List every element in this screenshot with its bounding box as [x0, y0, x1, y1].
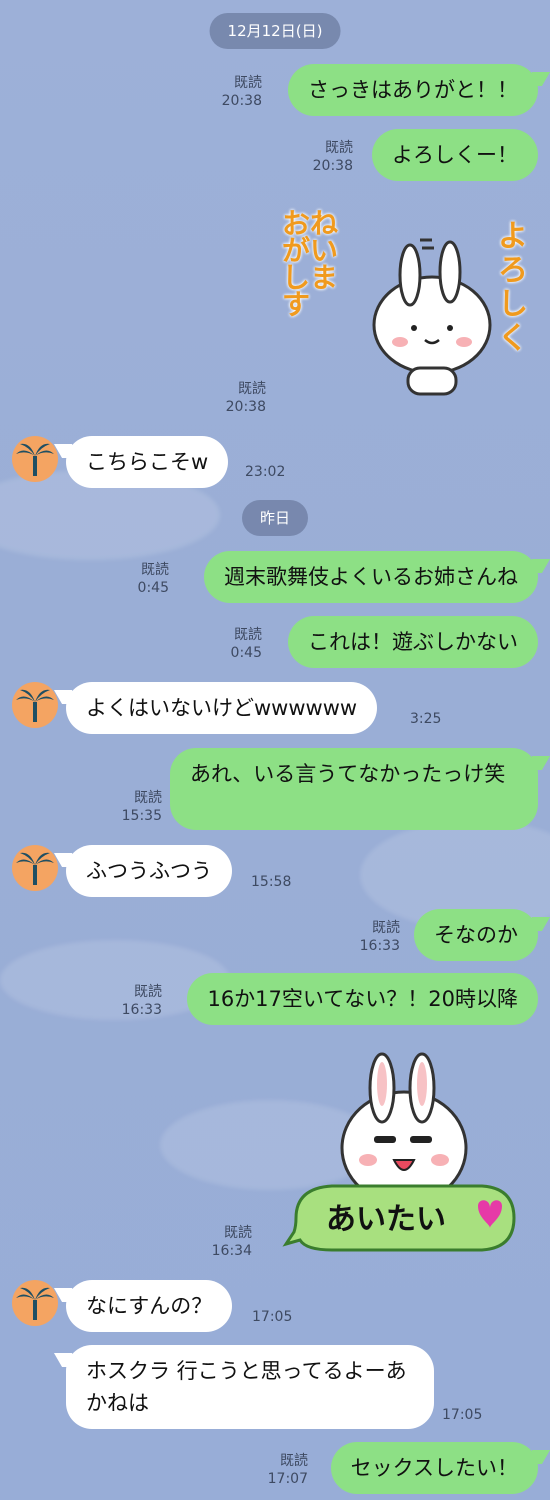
sticker-text-right: よろしく: [498, 219, 528, 356]
message-text: なにすんの？: [86, 1294, 213, 1318]
message-text: こちらこそw: [86, 450, 209, 474]
read-receipt: 既読: [134, 984, 162, 1000]
date-separator: 昨日: [241, 500, 309, 536]
read-receipt: 既読: [325, 140, 353, 156]
read-receipt: 既読: [234, 75, 262, 91]
message-bubble-sent[interactable]: これは！遊ぶしかない: [288, 616, 538, 668]
message-text: さっきはありがと！！: [308, 78, 518, 102]
message-text: これは！遊ぶしかない: [308, 630, 518, 654]
sticker-text: あいたい: [326, 1202, 446, 1237]
read-receipt: 既読: [234, 627, 262, 643]
message-time: 0:45: [137, 580, 169, 596]
message-meta: 既読 16:33: [360, 919, 400, 955]
message-time: 16:34: [211, 1243, 252, 1259]
message-time: 16:33: [359, 938, 400, 954]
message-bubble-received[interactable]: ふつうふつう: [66, 845, 232, 897]
message-bubble-sent[interactable]: あれ、いる言うてなかったっけ笑: [170, 748, 538, 830]
message-text: よろしくー！: [392, 143, 518, 167]
message-time: 17:07: [267, 1471, 308, 1487]
message-bubble-received[interactable]: よくはいないけどwwwwww: [66, 682, 378, 734]
avatar[interactable]: [12, 682, 58, 728]
message-text: 16か17空いてない？！20時以降: [207, 987, 518, 1011]
message-meta: 既読 17:07: [268, 1452, 308, 1488]
message-text: セックスしたい！: [350, 1456, 518, 1480]
message-time: 15:58: [251, 874, 292, 890]
message-meta: 既読 20:38: [226, 380, 266, 416]
bunny-yoroshiku-sticker[interactable]: よろしく おねがいします: [282, 200, 532, 410]
message-bubble-received[interactable]: ホスクラ 行こうと思ってるよーあかねは: [66, 1345, 434, 1429]
palm-tree-icon: [16, 1287, 54, 1320]
message-time: 16:33: [121, 1002, 162, 1018]
palm-tree-icon: [16, 689, 54, 722]
message-meta: 既読 20:38: [313, 139, 353, 175]
message-bubble-sent[interactable]: 16か17空いてない？！20時以降: [187, 973, 538, 1025]
read-receipt: 既読: [372, 920, 400, 936]
message-bubble-sent[interactable]: 週末歌舞伎よくいるお姉さんね: [204, 551, 538, 603]
read-receipt: 既読: [238, 381, 266, 397]
message-bubble-received[interactable]: なにすんの？: [66, 1280, 233, 1332]
message-time: 20:38: [221, 93, 262, 109]
sticker-text-left: おねがいします: [282, 207, 339, 321]
message-time: 20:38: [225, 399, 266, 415]
avatar[interactable]: [12, 1280, 58, 1326]
avatar[interactable]: [12, 845, 58, 891]
message-bubble-sent[interactable]: よろしくー！: [372, 129, 538, 181]
message-meta: 既読 0:45: [231, 626, 262, 662]
message-text: よくはいないけどwwwwww: [86, 696, 358, 720]
message-time: 17:05: [442, 1407, 483, 1423]
palm-tree-icon: [16, 852, 54, 885]
palm-tree-icon: [16, 443, 54, 476]
chat-view[interactable]: 12月12日(日) 既読 20:38 さっきはありがと！！ 既読 20:38 よ…: [0, 0, 550, 1500]
message-bubble-received[interactable]: こちらこそw: [66, 436, 229, 488]
message-meta: 既読 15:35: [122, 789, 162, 825]
message-time: 20:38: [312, 158, 353, 174]
message-meta: 既読 16:33: [122, 983, 162, 1019]
message-bubble-sent[interactable]: セックスしたい！: [330, 1442, 538, 1494]
message-meta: 既読 20:38: [222, 74, 262, 110]
message-time: 0:45: [230, 645, 262, 661]
message-text: そなのか: [434, 923, 518, 947]
message-text: ふつうふつう: [86, 859, 212, 883]
message-text: 週末歌舞伎よくいるお姉さんね: [224, 565, 518, 589]
message-time: 17:05: [252, 1309, 293, 1325]
avatar[interactable]: [12, 436, 58, 482]
date-separator: 12月12日(日): [209, 13, 341, 49]
message-text: ホスクラ 行こうと思ってるよーあかねは: [86, 1359, 407, 1415]
message-time: 15:35: [121, 808, 162, 824]
message-meta: 既読 0:45: [138, 561, 169, 597]
read-receipt: 既読: [280, 1453, 308, 1469]
read-receipt: 既読: [134, 790, 162, 806]
message-time: 23:02: [245, 464, 286, 480]
message-meta: 既読 16:34: [212, 1224, 252, 1260]
message-bubble-sent[interactable]: そなのか: [414, 909, 538, 961]
message-time: 3:25: [410, 711, 442, 727]
bunny-aitai-sticker[interactable]: あいたい: [282, 1048, 522, 1258]
message-text: あれ、いる言うてなかったっけ笑: [190, 762, 506, 786]
read-receipt: 既読: [224, 1225, 252, 1241]
read-receipt: 既読: [141, 562, 169, 578]
message-bubble-sent[interactable]: さっきはありがと！！: [288, 64, 538, 116]
